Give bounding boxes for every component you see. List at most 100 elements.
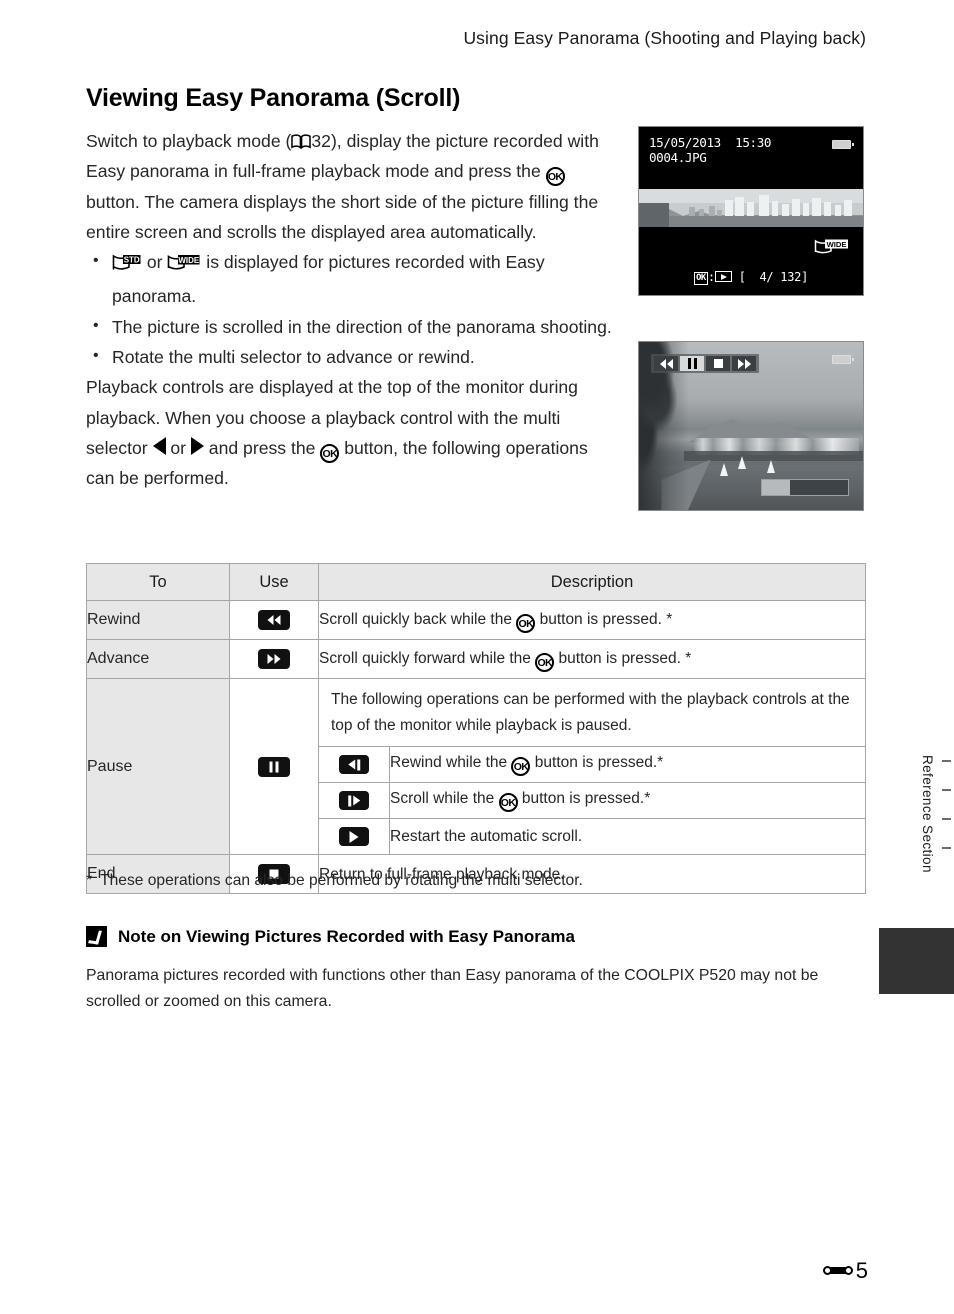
table-header-row: To Use Description [86, 563, 866, 601]
row-label-pause: Pause [86, 678, 230, 855]
running-head: Using Easy Panorama (Shooting and Playin… [463, 28, 866, 48]
status-separator: : [707, 270, 715, 284]
rewind-icon [258, 610, 290, 630]
sub-row: Scroll while the OK button is pressed.* [319, 782, 865, 819]
row-label-advance: Advance [86, 639, 230, 679]
bullet1-middle: or [142, 252, 168, 273]
sailboat [719, 462, 728, 476]
step-forward-icon [339, 791, 369, 810]
side-tab-marker [879, 928, 954, 994]
screen-filename: 0004.JPG [649, 150, 707, 165]
camera-screen-fullframe: 15/05/2013 15:30 0004.JPG WIDE OK: [4/… [638, 126, 864, 296]
intro-paragraph: Switch to playback mode (32), display th… [86, 126, 620, 247]
sub-row: Rewind while the OK button is pressed.* [319, 747, 865, 783]
ok-button-icon: OK [511, 756, 531, 776]
scroll-progress-bar[interactable] [761, 479, 849, 496]
footnote-marker: * [86, 872, 93, 889]
row-label-rewind: Rewind [86, 600, 230, 640]
sub-row-icon-cell [319, 782, 390, 819]
multi-selector-left-icon [152, 436, 166, 455]
outro-paragraph: Playback controls are displayed at the t… [86, 372, 620, 493]
stop-button[interactable] [706, 356, 730, 371]
fast-forward-button[interactable] [732, 356, 756, 371]
svg-text:WIDE: WIDE [827, 240, 847, 249]
column-header-to: To [86, 563, 230, 601]
playback-control-bar[interactable] [651, 354, 759, 373]
ok-mini-icon: OK [693, 272, 708, 285]
sub-row-description: Scroll while the OK button is pressed.* [389, 782, 865, 819]
row-icon-cell [229, 600, 319, 640]
desc-part1: Scroll while the [390, 789, 499, 807]
play-icon [339, 827, 369, 846]
ok-button-icon: OK [516, 614, 536, 633]
frame-counter: 4/ 132 [759, 270, 802, 284]
caution-check-icon [86, 926, 107, 947]
panorama-wide-badge: WIDE [814, 238, 850, 260]
sub-row-description: Restart the automatic scroll. [389, 818, 865, 854]
page-number: 5 [855, 1258, 868, 1283]
ok-button-icon: OK [498, 792, 518, 812]
camera-screen-scroll-playback [638, 341, 864, 511]
reference-section-glyph [822, 1263, 853, 1279]
note-heading-text: Note on Viewing Pictures Recorded with E… [118, 926, 575, 946]
sub-row-icon-cell [319, 747, 390, 783]
rewind-icon [659, 358, 673, 369]
panorama-std-icon: STD [112, 251, 142, 281]
desc-part1: Rewind while the [390, 753, 512, 771]
sub-row: Restart the automatic scroll. [319, 818, 865, 854]
column-header-use: Use [229, 563, 319, 601]
ok-button-icon: OK [545, 167, 565, 187]
panorama-wide-icon: WIDE [167, 251, 201, 281]
battery-icon [832, 355, 854, 364]
body-text-column: Switch to playback mode (32), display th… [86, 126, 620, 494]
outro-or: or [165, 437, 191, 458]
intro-page-reference: 32 [311, 131, 331, 151]
step-rewind-icon [339, 755, 369, 774]
list-item: Rotate the multi selector to advance or … [86, 341, 620, 372]
side-tab-label: Reference Section [920, 755, 935, 873]
intro-text-part1: Switch to playback mode ( [86, 131, 292, 151]
row-icon-cell [229, 639, 319, 679]
panorama-thumbnail [639, 189, 863, 227]
sailboat [766, 459, 775, 473]
play-mini-icon [714, 271, 732, 282]
row-description: Scroll quickly forward while the OK butt… [318, 639, 866, 679]
pause-button[interactable] [680, 356, 704, 371]
desc-part2: button is pressed.* [530, 753, 664, 771]
list-item: STD or WIDE is displayed for pictures re… [86, 246, 620, 312]
sub-row-description: Rewind while the OK button is pressed.* [390, 747, 866, 783]
progress-fill [762, 480, 790, 495]
counter-close: ] [801, 270, 808, 284]
page-title: Viewing Easy Panorama (Scroll) [86, 84, 461, 112]
screen-status-bar: OK: [ 4/ 132] [639, 270, 863, 285]
rewind-button[interactable] [654, 356, 678, 371]
page-footer: 5 [822, 1258, 868, 1284]
desc-part2: button is pressed. * [535, 611, 673, 628]
screen-datetime: 15/05/2013 15:30 [649, 135, 772, 150]
column-header-description: Description [318, 563, 866, 601]
desc-part1: Scroll quickly forward while the [319, 650, 536, 667]
table-row: Rewind Scroll quickly back while the OK … [86, 600, 866, 640]
fast-forward-icon [258, 649, 290, 669]
battery-icon [832, 140, 854, 149]
row-description: Scroll quickly back while the OK button … [318, 600, 866, 640]
manual-book-icon [291, 128, 312, 150]
row-icon-cell [229, 678, 319, 855]
sailboat [737, 456, 746, 470]
intro-text-part3: button. The camera displays the short si… [86, 191, 599, 242]
bullet-list: STD or WIDE is displayed for pictures re… [86, 246, 620, 372]
ok-button-icon: OK [535, 653, 555, 672]
tab-tick-marks [942, 760, 954, 876]
pause-icon [687, 358, 697, 369]
note-body-text: Panorama pictures recorded with function… [86, 967, 819, 1010]
table-row-pause: Pause The following operations can be pe… [86, 678, 866, 855]
desc-part2: button is pressed.* [517, 789, 651, 807]
list-item: The picture is scrolled in the direction… [86, 311, 620, 342]
pause-icon [258, 756, 290, 777]
table-row: Advance Scroll quickly forward while the… [86, 639, 866, 679]
fast-forward-icon [737, 358, 751, 369]
operations-table: To Use Description Rewind Scroll quickly… [86, 563, 866, 894]
outro-text-part2: and press the [203, 437, 321, 458]
pause-sub-table: Rewind while the OK button is pressed.* … [319, 747, 865, 854]
note-heading: Note on Viewing Pictures Recorded with E… [86, 926, 575, 947]
